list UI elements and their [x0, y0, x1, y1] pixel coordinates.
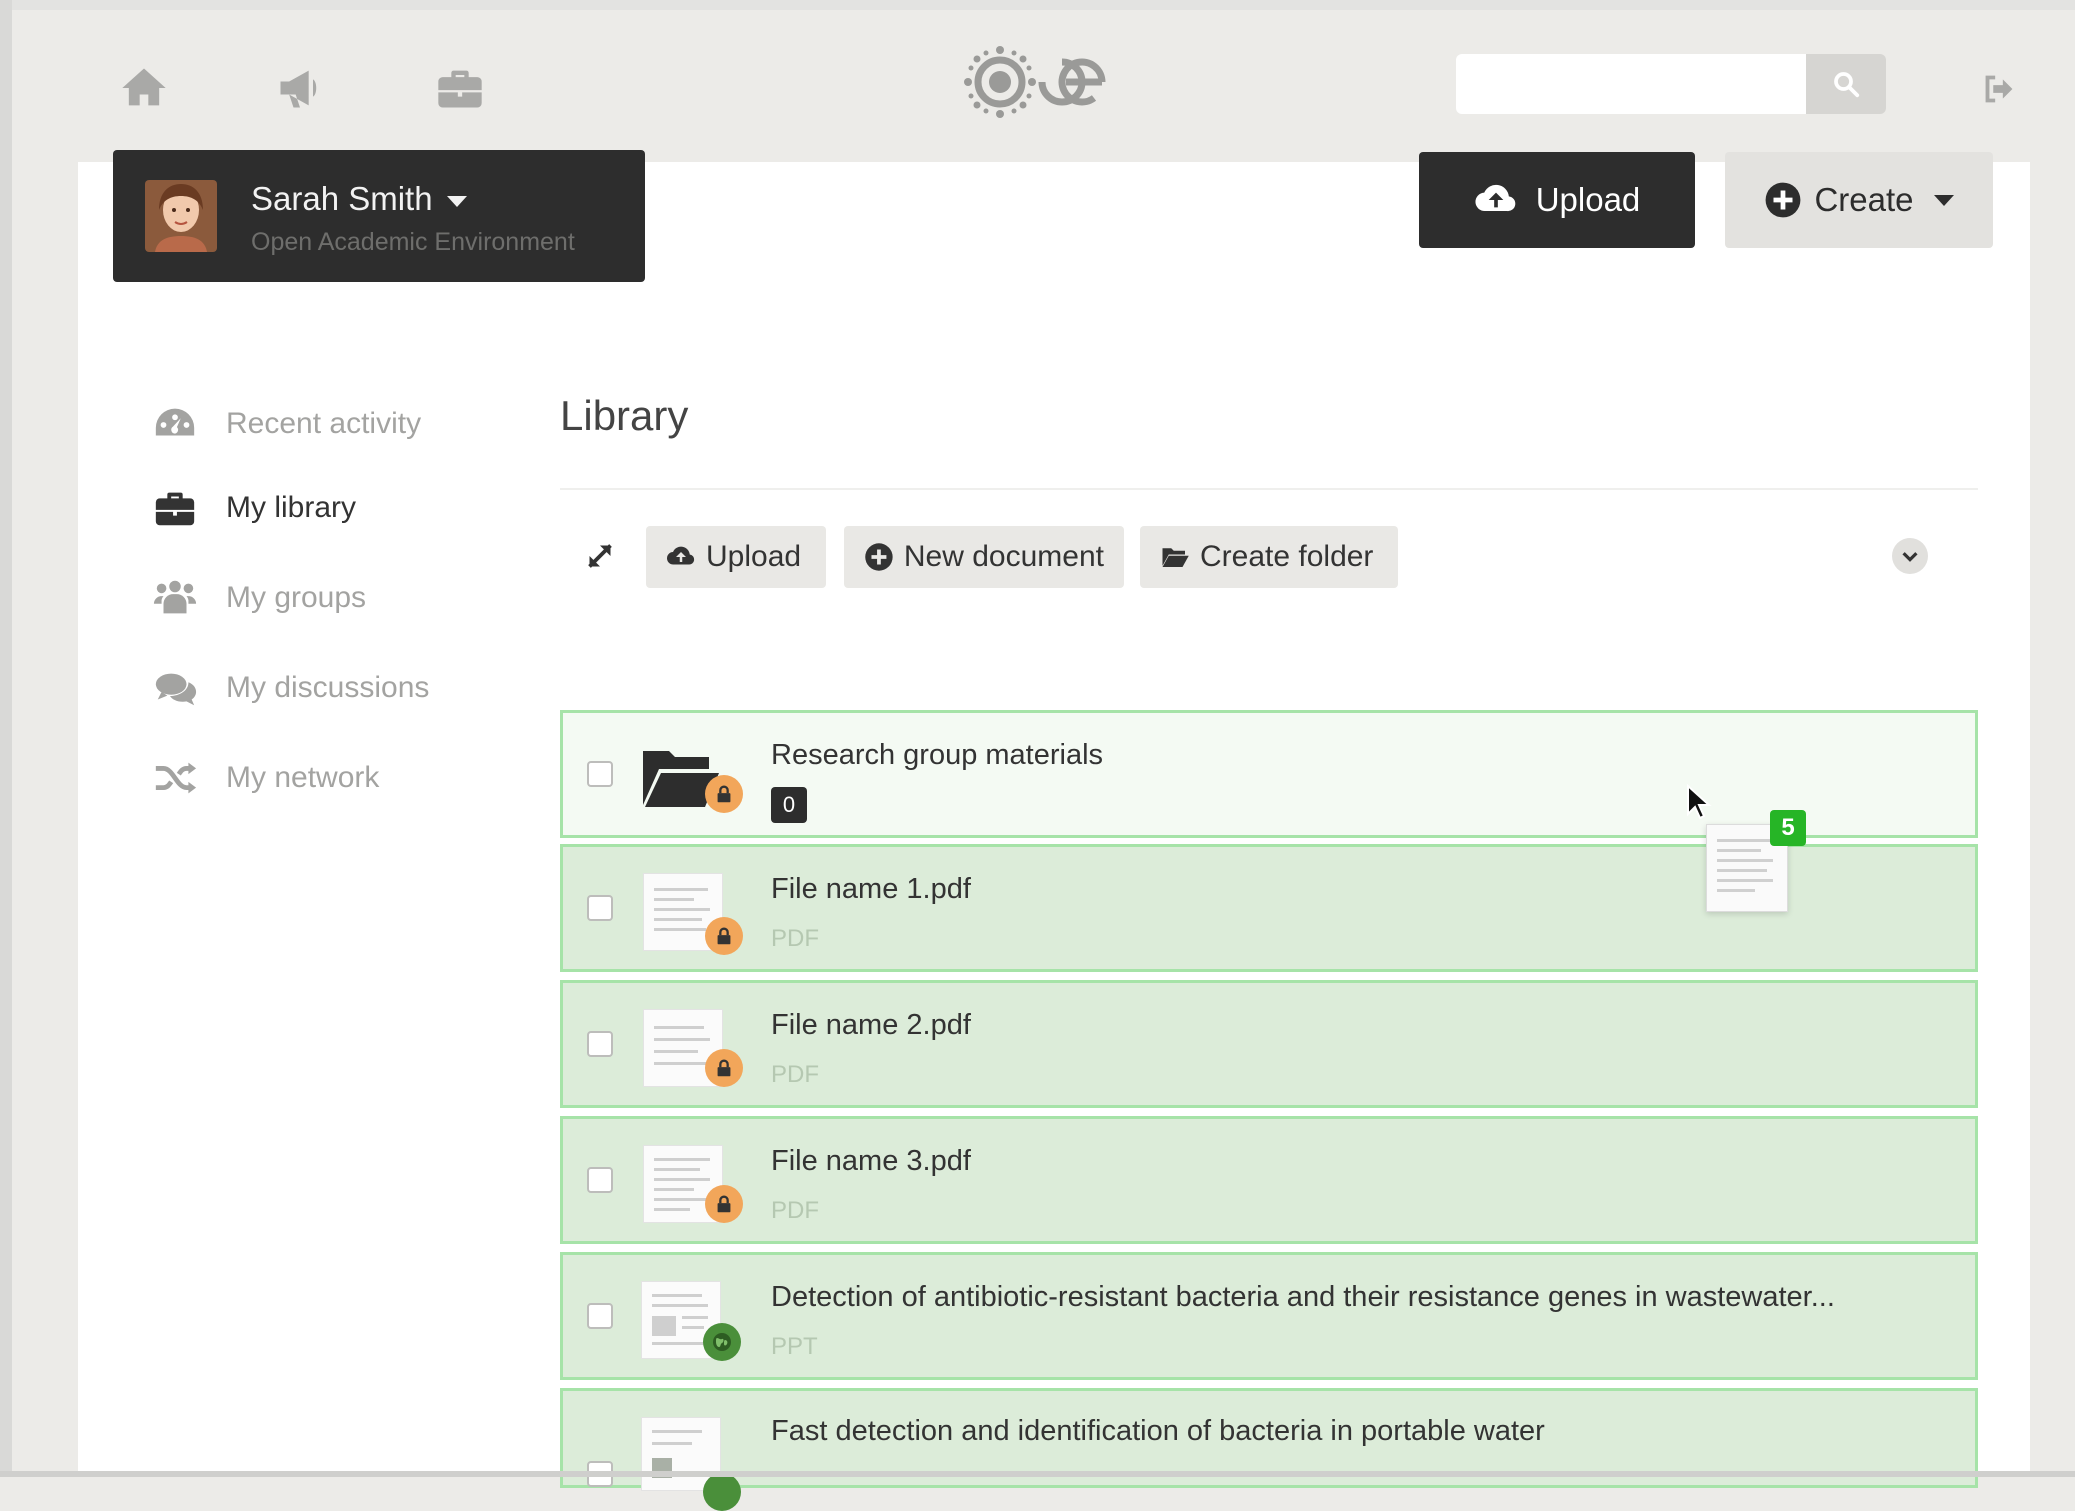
expand-icon[interactable] [582, 538, 618, 574]
create-button-label: Create [1814, 181, 1914, 218]
user-name: Sarah Smith [251, 180, 467, 218]
sidebar-item-label: My network [226, 761, 380, 794]
tenant-name: Open Academic Environment [251, 228, 575, 256]
list-item[interactable]: File name 3.pdf PDF [560, 1116, 1978, 1244]
upload-button[interactable]: Upload [1419, 152, 1695, 248]
group-icon [150, 573, 200, 623]
row-checkbox[interactable] [587, 1303, 613, 1329]
item-type: PPT [771, 1333, 818, 1360]
item-title[interactable]: File name 1.pdf [771, 873, 971, 906]
megaphone-icon[interactable] [274, 62, 326, 114]
top-navigation [0, 0, 2075, 150]
comments-icon [150, 663, 200, 713]
drag-count-badge: 5 [1770, 810, 1806, 846]
sidebar-item-my-library[interactable]: My library [150, 480, 356, 536]
lock-icon [705, 917, 743, 955]
divider [560, 488, 1978, 490]
globe-icon [703, 1473, 741, 1511]
sidebar-item-label: My discussions [226, 671, 430, 704]
sidebar-item-recent-activity[interactable]: Recent activity [150, 396, 421, 452]
shuffle-icon [150, 753, 200, 803]
sidebar-item-my-groups[interactable]: My groups [150, 570, 366, 626]
caret-down-icon [446, 195, 467, 207]
briefcase-icon [150, 483, 200, 533]
row-checkbox[interactable] [587, 761, 613, 787]
item-type: PDF [771, 1197, 819, 1224]
lock-icon [705, 1049, 743, 1087]
item-count-badge: 0 [771, 787, 807, 823]
globe-icon [703, 1323, 741, 1361]
lock-icon [705, 1185, 743, 1223]
create-button[interactable]: Create [1725, 152, 1993, 248]
tool-button-label: Create folder [1200, 540, 1374, 573]
row-checkbox[interactable] [587, 1167, 613, 1193]
plus-circle-icon [865, 543, 893, 571]
search-box [1456, 54, 1886, 114]
home-icon[interactable] [118, 62, 170, 114]
new-document-button[interactable]: New document [844, 526, 1124, 588]
avatar [145, 180, 217, 252]
create-folder-button[interactable]: Create folder [1140, 526, 1398, 588]
item-title[interactable]: Detection of antibiotic-resistant bacter… [771, 1281, 1835, 1314]
sidebar-item-my-discussions[interactable]: My discussions [150, 660, 429, 716]
plus-circle-icon [1766, 182, 1801, 218]
chevron-down-icon[interactable] [1892, 538, 1928, 574]
briefcase-icon[interactable] [434, 62, 486, 114]
sidebar-item-label: My groups [226, 581, 367, 614]
list-item[interactable]: File name 2.pdf PDF [560, 980, 1978, 1108]
row-checkbox[interactable] [587, 1031, 613, 1057]
mouse-cursor-icon [1686, 783, 1712, 820]
window-frame-bottom [0, 1471, 2075, 1477]
tool-button-label: Upload [706, 540, 802, 573]
item-type: PDF [771, 1061, 819, 1088]
search-input[interactable] [1456, 54, 1806, 114]
page-title: Library [560, 392, 689, 439]
cloud-upload-icon [666, 546, 695, 565]
window-frame-left [0, 0, 12, 1477]
item-title[interactable]: File name 2.pdf [771, 1009, 971, 1042]
item-title[interactable]: Fast detection and identification of bac… [771, 1415, 1545, 1448]
lock-icon [705, 775, 743, 813]
list-item[interactable]: Detection of antibiotic-resistant bacter… [560, 1252, 1978, 1380]
caret-down-icon [1933, 194, 1954, 206]
oae-logo[interactable] [958, 40, 1108, 126]
tool-button-label: New document [903, 540, 1104, 573]
sidebar-item-label: Recent activity [226, 407, 422, 440]
item-title[interactable]: Research group materials [771, 739, 1103, 772]
sidebar-item-label: My library [226, 491, 357, 524]
sidebar-item-my-network[interactable]: My network [150, 750, 379, 806]
item-type: PDF [771, 925, 819, 952]
list-item[interactable]: Research group materials 0 [560, 710, 1978, 838]
sign-out-icon[interactable] [1976, 66, 2022, 112]
item-title[interactable]: File name 3.pdf [771, 1145, 971, 1178]
search-button[interactable] [1806, 54, 1886, 114]
search-icon [1834, 72, 1860, 98]
dashboard-icon [150, 399, 200, 449]
row-checkbox[interactable] [587, 895, 613, 921]
cloud-upload-icon [1475, 184, 1516, 212]
upload-button-label: Upload [1535, 181, 1641, 218]
user-menu[interactable]: Sarah Smith Open Academic Environment [113, 150, 645, 282]
library-upload-button[interactable]: Upload [646, 526, 826, 588]
folder-open-icon [1162, 548, 1189, 567]
